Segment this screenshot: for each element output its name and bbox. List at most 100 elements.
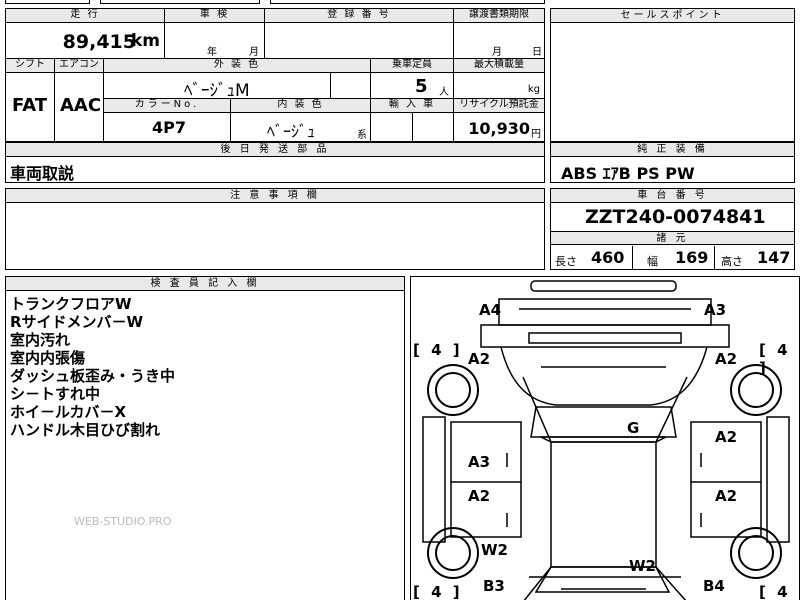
- exterior-color-cell: ﾍﾞｰｼﾞｭM: [103, 72, 331, 101]
- interior-color-suffix: 系: [357, 130, 367, 141]
- car-outline-svg: [422, 280, 790, 600]
- mark-a2-right-door-front: A2: [715, 428, 738, 446]
- note-line: 室内汚れ: [10, 331, 71, 349]
- color-no-value: 4P7: [152, 118, 186, 137]
- mark-a3-left-door: A3: [468, 453, 491, 471]
- mileage-value: 89,415: [62, 31, 136, 53]
- width-label: 幅: [647, 255, 658, 268]
- capacity-value: 5: [415, 76, 428, 97]
- transfer-header: 譲渡書類期限: [453, 8, 545, 23]
- equipment-value: ABS ｴｱB PS PW: [561, 164, 695, 183]
- note-line: 室内内張傷: [10, 349, 86, 367]
- mark-w2-bottom: W2: [629, 557, 656, 575]
- equipment-header: 純 正 装 備: [551, 143, 794, 157]
- mark-a3-top: A3: [704, 301, 727, 319]
- capacity-cell: 5 人: [370, 72, 454, 99]
- spec-height-cell: 高さ 147: [715, 246, 795, 269]
- mileage-cell: 89,415 km: [5, 22, 165, 59]
- inspection-year-label: 年: [207, 47, 217, 58]
- interior-color-cell: ﾍﾞｰｼﾞｭ 系: [230, 112, 371, 142]
- note-line: トランクフロアW: [10, 295, 132, 313]
- max-load-unit: kg: [527, 84, 540, 95]
- shift-cell: FAT: [5, 72, 55, 142]
- max-load-cell: kg: [453, 72, 545, 99]
- spec-header: 諸 元: [551, 231, 794, 245]
- inspector-notes-list: トランクフロアW Rサイドメンバ－W 室内汚れ 室内内張傷 ダッシュ板歪み・うき…: [10, 295, 175, 439]
- aircon-value: AAC: [60, 95, 102, 116]
- spec-length-cell: 長さ 460: [551, 246, 633, 269]
- note-line: ハンドル木目ひび割れ: [10, 421, 161, 439]
- top-partial-strip: [0, 0, 800, 5]
- inspector-panel: 検 査 員 記 入 欄 トランクフロアW Rサイドメンバ－W 室内汚れ 室内内張…: [5, 276, 405, 600]
- inspection-month-label: 月: [249, 47, 259, 58]
- spec-width-cell: 幅 169: [633, 246, 715, 269]
- inspection-header: 車 検: [164, 8, 265, 23]
- mark-a2-left-door-rear: A2: [468, 487, 491, 505]
- mark-a2-left-front: A2: [468, 350, 491, 368]
- max-load-header: 最大積載量: [453, 58, 545, 73]
- recycle-unit: 円: [531, 129, 541, 140]
- later-parts-value: 車両取説: [10, 164, 75, 183]
- import-cell-a: [370, 112, 413, 142]
- chassis-panel: 車 台 番 号 ZZT240-0074841 諸 元 長さ 460 幅 169 …: [550, 188, 795, 270]
- shift-header: シフト: [5, 58, 55, 73]
- later-parts-panel: 後 日 発 送 部 品 車両取説: [5, 142, 545, 183]
- chassis-value: ZZT240-0074841: [585, 206, 766, 228]
- registration-header: 登 録 番 号: [264, 8, 454, 23]
- transfer-month-label: 月: [492, 47, 502, 58]
- note-line: Rサイドメンバ－W: [10, 313, 144, 331]
- mark-g: G: [627, 419, 640, 437]
- capacity-unit: 人: [439, 87, 449, 98]
- import-header: 輸 入 車: [370, 98, 454, 113]
- tire-label-tr: [ 4 ]: [759, 341, 791, 377]
- watermark: WEB-STUDIO.PRO: [74, 515, 172, 528]
- recycle-header: リサイクル預託金: [453, 98, 545, 113]
- mark-a4: A4: [479, 301, 502, 319]
- mileage-unit: km: [130, 31, 160, 51]
- inspection-cell: 年 月: [164, 22, 265, 59]
- height-label: 高さ: [721, 255, 743, 268]
- interior-color-header: 内 装 色: [230, 98, 371, 113]
- length-value: 460: [591, 248, 625, 267]
- mileage-header: 走 行: [5, 8, 165, 23]
- mark-a2-right-door-rear: A2: [715, 487, 738, 505]
- caution-panel: 注 意 事 項 欄: [5, 188, 545, 270]
- interior-color-value: ﾍﾞｰｼﾞｭ: [267, 122, 316, 141]
- width-value: 169: [675, 248, 709, 267]
- tire-label-br: [ 4 ]: [759, 583, 791, 600]
- tire-label-bl: [ 4 ]: [413, 583, 463, 600]
- recycle-value: 10,930: [468, 119, 530, 138]
- tire-label-tl: [ 4 ]: [413, 341, 463, 359]
- aircon-cell: AAC: [54, 72, 104, 142]
- equipment-panel: 純 正 装 備 ABS ｴｱB PS PW: [550, 142, 795, 183]
- color-no-header: カラーNo.: [103, 98, 231, 113]
- transfer-day-label: 日: [532, 47, 542, 58]
- exterior-color-extra-cell: [330, 72, 371, 99]
- sales-point-header: セールスポイント: [551, 9, 794, 23]
- transfer-cell: 月 日: [453, 22, 545, 59]
- inspector-header: 検 査 員 記 入 欄: [6, 277, 404, 291]
- chassis-header: 車 台 番 号: [551, 189, 794, 203]
- mark-b3: B3: [483, 577, 505, 595]
- car-damage-diagram: [ 4 ] [ 4 ] [ 4 ] [ 4 ] A4 A3 A2 A2 G A2…: [410, 276, 800, 600]
- exterior-color-header: 外 装 色: [103, 58, 371, 73]
- mark-w2-left: W2: [481, 541, 508, 559]
- mark-b4: B4: [703, 577, 725, 595]
- caution-header: 注 意 事 項 欄: [6, 189, 544, 203]
- capacity-header: 乗車定員: [370, 58, 454, 73]
- color-no-cell: 4P7: [103, 112, 231, 142]
- note-line: ホイ－ルカバ－X: [10, 403, 127, 421]
- height-value: 147: [757, 248, 791, 267]
- aircon-header: エアコン: [54, 58, 104, 73]
- sales-point-panel: セールスポイント: [550, 8, 795, 142]
- import-cell-b: [412, 112, 454, 142]
- length-label: 長さ: [555, 255, 577, 268]
- mark-a2-right-front: A2: [715, 350, 738, 368]
- later-parts-header: 後 日 発 送 部 品: [6, 143, 544, 157]
- recycle-cell: 10,930 円: [453, 112, 545, 142]
- note-line: シ－トすれ中: [10, 385, 101, 403]
- note-line: ダッシュ板歪み・うき中: [10, 367, 176, 385]
- shift-value: FAT: [12, 95, 48, 116]
- registration-cell: [264, 22, 454, 59]
- spec-table: 走 行 車 検 登 録 番 号 譲渡書類期限 89,415 km 年 月 月 日…: [5, 8, 545, 142]
